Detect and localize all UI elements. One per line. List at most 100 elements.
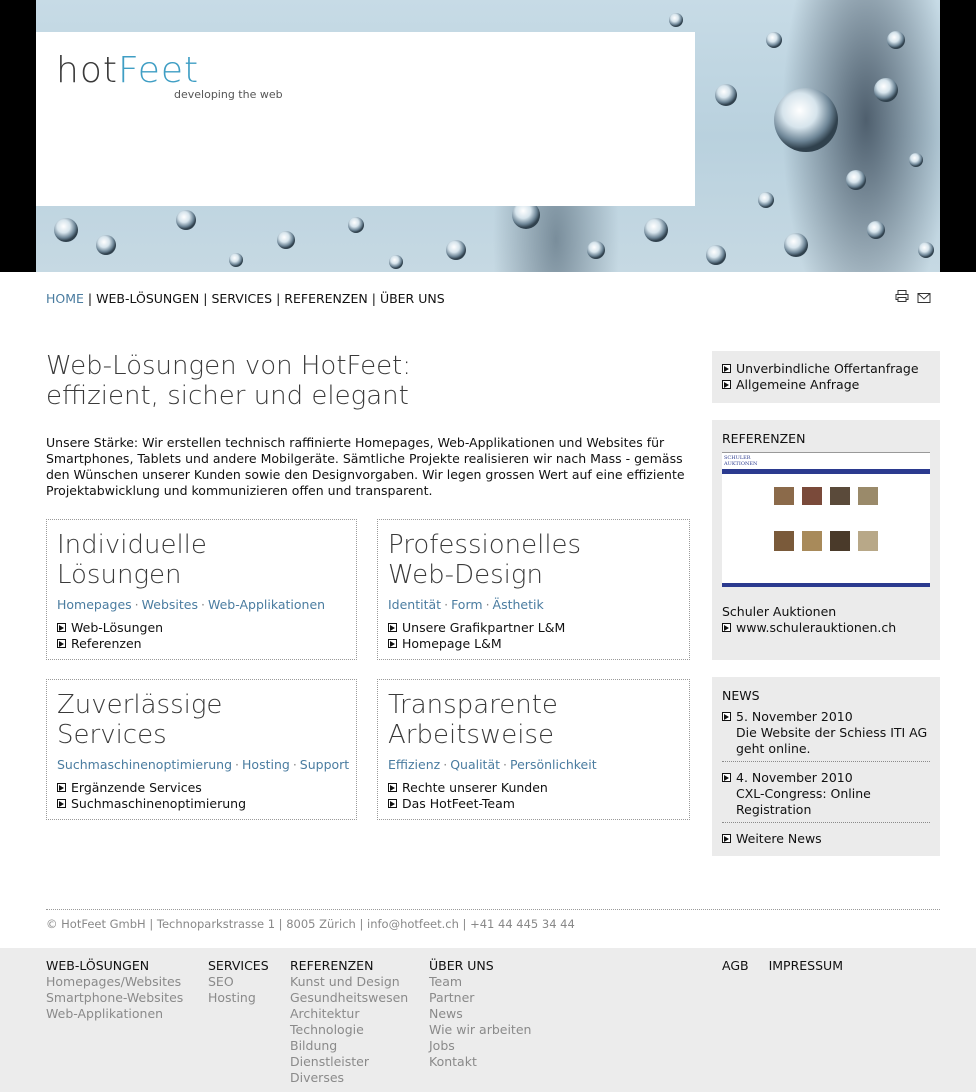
feature-link[interactable]: Suchmaschinenoptimierung — [71, 796, 246, 811]
footer-link[interactable]: Kunst und Design — [290, 974, 408, 990]
arrow-right-icon — [57, 799, 66, 808]
main-nav: HOME | WEB-LÖSUNGEN | SERVICES | REFERENZEN | ÜB… — [46, 291, 445, 306]
nav-home[interactable]: HOME — [46, 291, 84, 306]
footer-head-link[interactable]: WEB-LÖSUNGEN — [46, 958, 183, 974]
nav-separator: | — [371, 291, 376, 306]
nav-web-loesungen[interactable]: WEB-LÖSUNGEN — [96, 291, 199, 306]
footer-link[interactable]: Architektur — [290, 1006, 408, 1022]
keyword-link[interactable]: Support — [300, 757, 349, 772]
footer-link[interactable]: Wie wir arbeiten — [429, 1022, 531, 1038]
keyword-separator: · — [444, 597, 449, 612]
news-date-link[interactable]: 4. November 2010 — [736, 770, 853, 785]
keyword-link[interactable]: Websites — [142, 597, 198, 612]
footer-link[interactable]: Gesundheitswesen — [290, 990, 408, 1006]
offertanfrage-link[interactable]: Unverbindliche Offertanfrage — [736, 361, 919, 376]
footer-sitemap: WEB-LÖSUNGEN Homepages/Websites Smartpho… — [0, 948, 976, 1092]
footer-head-link[interactable]: ÜBER UNS — [429, 958, 531, 974]
nav-services[interactable]: SERVICES — [211, 291, 272, 306]
nav-separator: | — [276, 291, 281, 306]
nav-referenzen[interactable]: REFERENZEN — [284, 291, 367, 306]
nav-ueber-uns[interactable]: ÜBER UNS — [380, 291, 445, 306]
keyword-link[interactable]: Identität — [388, 597, 441, 612]
feature-keywords: Effizienz · Qualität · Persönlichkeit — [388, 757, 679, 772]
feature-link[interactable]: Rechte unserer Kunden — [402, 780, 548, 795]
footer-link[interactable]: Web-Applikationen — [46, 1006, 183, 1022]
weitere-news-link[interactable]: Weitere News — [736, 831, 822, 846]
arrow-right-icon — [388, 783, 397, 792]
agb-link[interactable]: AGB — [722, 958, 749, 973]
footer-link[interactable]: Jobs — [429, 1038, 531, 1054]
news-text: CXL-Congress: Online Registration — [736, 786, 871, 817]
footer-link[interactable]: Kontakt — [429, 1054, 531, 1070]
page-title-line2: effizient, sicher und elegant — [46, 381, 409, 411]
feature-box-zuverlaessige-services: Zuverlässige Services Suchmaschinenoptimi… — [46, 679, 357, 820]
mail-icon[interactable] — [917, 292, 931, 307]
arrow-right-icon — [722, 773, 731, 782]
feature-title-line1: Transparente — [388, 690, 558, 720]
feature-box-transparente-arbeitsweise: Transparente Arbeitsweise Effizienz · Quali… — [377, 679, 690, 820]
keyword-separator: · — [485, 597, 490, 612]
footer-link[interactable]: News — [429, 1006, 531, 1022]
footer-head-link[interactable]: REFERENZEN — [290, 958, 408, 974]
footer-legal: AGB IMPRESSUM — [722, 958, 843, 974]
news-date-link[interactable]: 5. November 2010 — [736, 709, 853, 724]
footer-link[interactable]: Dienstleister — [290, 1054, 408, 1070]
intro-text: Unsere Stärke: Wir erstellen technisch r… — [46, 435, 685, 498]
footer-link[interactable]: Technologie — [290, 1022, 408, 1038]
news-heading: NEWS — [722, 688, 760, 703]
footer-link[interactable]: Homepages/Websites — [46, 974, 183, 990]
keyword-separator: · — [292, 757, 297, 772]
keyword-separator: · — [134, 597, 139, 612]
list-item: Ergänzende Services — [57, 780, 346, 796]
footer-link[interactable]: Team — [429, 974, 531, 990]
arrow-right-icon — [722, 380, 731, 389]
feature-title-line2: Lösungen — [57, 560, 182, 590]
keyword-link[interactable]: Web-Applikationen — [208, 597, 325, 612]
feature-link[interactable]: Ergänzende Services — [71, 780, 202, 795]
keyword-link[interactable]: Ästhetik — [493, 597, 544, 612]
feature-link[interactable]: Homepage L&M — [402, 636, 502, 651]
keyword-link[interactable]: Form — [451, 597, 483, 612]
feature-title-line1: Professionelles — [388, 530, 582, 560]
list-item: Das HotFeet-Team — [388, 796, 679, 812]
list-item: Weitere News — [722, 831, 930, 847]
printer-icon[interactable] — [895, 290, 909, 305]
keyword-link[interactable]: Hosting — [242, 757, 290, 772]
feature-link[interactable]: Referenzen — [71, 636, 142, 651]
feature-keywords: Homepages · Websites · Web-Applikationen — [57, 597, 346, 612]
keyword-link[interactable]: Persönlichkeit — [510, 757, 597, 772]
keyword-link[interactable]: Homepages — [57, 597, 132, 612]
feature-box-title: Individuelle Lösungen — [57, 530, 346, 590]
footer-link[interactable]: SEO — [208, 974, 269, 990]
footer-link[interactable]: Diverses — [290, 1070, 408, 1086]
footer-link[interactable]: Smartphone-Websites — [46, 990, 183, 1006]
keyword-link[interactable]: Qualität — [450, 757, 500, 772]
hotfeet-logo[interactable]: hotFeet developing the web — [56, 52, 283, 102]
allgemeine-anfrage-link[interactable]: Allgemeine Anfrage — [736, 377, 859, 392]
list-item: www.schulerauktionen.ch — [722, 620, 930, 636]
list-item: Web-Lösungen — [57, 620, 346, 636]
footer-link[interactable]: Hosting — [208, 990, 269, 1006]
keyword-separator: · — [235, 757, 240, 772]
arrow-right-icon — [57, 623, 66, 632]
feature-link[interactable]: Das HotFeet-Team — [402, 796, 515, 811]
arrow-right-icon — [388, 639, 397, 648]
keyword-separator: · — [503, 757, 508, 772]
reference-thumbnail[interactable]: SCHULER AUKTIONEN — [722, 452, 930, 587]
impressum-link[interactable]: IMPRESSUM — [769, 958, 843, 973]
arrow-right-icon — [722, 364, 731, 373]
news-item: 5. November 2010 Die Website der Schiess… — [722, 709, 930, 762]
footer-link[interactable]: Bildung — [290, 1038, 408, 1054]
feature-link[interactable]: Unsere Grafikpartner L&M — [402, 620, 565, 635]
list-item: Referenzen — [57, 636, 346, 652]
reference-url-link[interactable]: www.schulerauktionen.ch — [736, 620, 896, 635]
keyword-link[interactable]: Suchmaschinenoptimierung — [57, 757, 232, 772]
sidebar-quick-links: Unverbindliche Offertanfrage Allgemeine … — [712, 351, 940, 403]
sidebar-referenzen: REFERENZEN SCHULER AUKTIONEN Schuler Auk… — [712, 420, 940, 660]
footer-head-link[interactable]: SERVICES — [208, 958, 269, 974]
feature-links: Ergänzende Services Suchmaschinenoptimie… — [57, 780, 346, 812]
arrow-right-icon — [722, 834, 731, 843]
footer-link[interactable]: Partner — [429, 990, 531, 1006]
keyword-link[interactable]: Effizienz — [388, 757, 440, 772]
feature-link[interactable]: Web-Lösungen — [71, 620, 163, 635]
